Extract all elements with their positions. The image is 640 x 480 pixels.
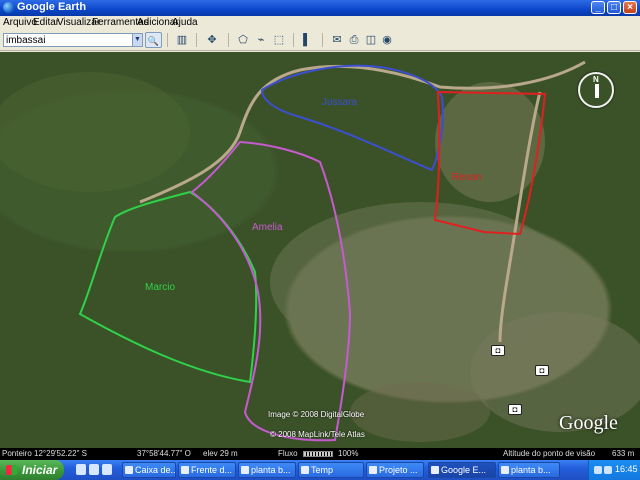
terrain-patch <box>0 72 190 192</box>
window-icon <box>125 466 133 474</box>
compass-north-letter: N <box>593 75 599 84</box>
tray-network-icon[interactable] <box>594 466 602 474</box>
add-path-button[interactable]: ⌁ <box>252 32 270 48</box>
map-icon: ◫ <box>365 34 377 46</box>
taskbar-item[interactable]: planta b... <box>238 462 296 478</box>
navigation-compass[interactable]: N <box>578 72 614 108</box>
toolbar: ▼ 🔍 ▥ ✥ ⬠ ⌁ ⬚ ▌ ✉ ⎙ ◫ ◉ <box>0 29 640 51</box>
search-history-dropdown[interactable]: ▼ <box>132 34 142 46</box>
quicklaunch-desktop-icon[interactable] <box>89 464 99 475</box>
taskbar-item[interactable]: Temp <box>298 462 364 478</box>
menu-editar[interactable]: Editar <box>33 17 59 28</box>
google-earth-icon <box>3 2 14 13</box>
email-button[interactable]: ✉ <box>328 32 346 48</box>
property-polygon-jussara[interactable] <box>260 64 444 172</box>
placemark-icon: ✥ <box>207 34 217 46</box>
photo-camera-icon[interactable]: ◘ <box>491 345 505 356</box>
window-icon <box>241 466 249 474</box>
terrain-patch <box>350 382 490 442</box>
ruler-button[interactable]: ▌ <box>298 32 316 48</box>
compass-needle-icon <box>595 84 599 98</box>
streaming-progress-bar <box>303 451 333 457</box>
window-icon <box>501 466 509 474</box>
taskbar-item[interactable]: Caixa de... <box>122 462 176 478</box>
taskbar-item-active[interactable]: Google E... <box>428 462 496 478</box>
print-button[interactable]: ⎙ <box>345 32 363 48</box>
eye-altitude-value: 633 m <box>612 449 635 458</box>
menu-ajuda[interactable]: Ajuda <box>172 17 198 28</box>
path-icon: ⌁ <box>257 34 265 46</box>
system-tray: 16:45 <box>588 460 640 480</box>
toolbar-separator <box>293 33 294 47</box>
window-icon <box>181 466 189 474</box>
quicklaunch-media-icon[interactable] <box>102 464 112 475</box>
polygon-label-renan: Renan <box>452 172 481 183</box>
ruler-icon: ▌ <box>303 34 311 46</box>
sidebar-icon: ▥ <box>176 34 188 46</box>
search-icon: 🔍 <box>147 36 160 46</box>
taskbar-item[interactable]: Frente d... <box>178 462 236 478</box>
title-bar: Google Earth _ □ × <box>0 0 640 16</box>
add-polygon-button[interactable]: ⬠ <box>234 32 252 48</box>
polygon-label-jussara: Jussara <box>322 97 357 108</box>
maximize-button[interactable]: □ <box>607 1 621 14</box>
photo-camera-icon[interactable]: ◘ <box>508 404 522 415</box>
imagery-copyright: Image © 2008 DigitalGlobe <box>268 410 365 419</box>
overlay-icon: ⬚ <box>273 34 285 46</box>
web-icon: ◉ <box>382 34 392 46</box>
map-viewport[interactable]: Jussara Renan Marcio Amelia N ◘ ◘ ◘ Imag… <box>0 52 640 448</box>
taskbar-item[interactable]: planta b... <box>498 462 560 478</box>
google-logo: Google <box>559 412 618 434</box>
task-label: planta b... <box>511 465 551 475</box>
add-overlay-button[interactable]: ⬚ <box>270 32 288 48</box>
web-button[interactable]: ◉ <box>378 32 396 48</box>
email-icon: ✉ <box>332 34 342 46</box>
toolbar-separator <box>322 33 323 47</box>
tray-volume-icon[interactable] <box>604 466 612 474</box>
minimize-button[interactable]: _ <box>591 1 605 14</box>
map-copyright: © 2008 MapLink/Tele Atlas <box>270 430 365 439</box>
polygon-label-amelia: Amelia <box>252 222 283 233</box>
task-label: Projeto ... <box>379 465 418 475</box>
search-input[interactable] <box>3 33 143 47</box>
task-label: planta b... <box>251 465 291 475</box>
taskbar-item[interactable]: Projeto ... <box>366 462 424 478</box>
google-earth-icon <box>431 466 439 474</box>
print-icon: ⎙ <box>349 34 359 46</box>
task-label: Caixa de... <box>135 465 176 475</box>
polygon-icon: ⬠ <box>238 34 248 46</box>
pointer-elevation: elev 29 m <box>203 449 238 458</box>
windows-logo-icon <box>6 465 17 475</box>
map-overlay: Jussara Renan Marcio Amelia <box>0 60 640 442</box>
toolbar-separator <box>167 33 168 47</box>
streaming-label: Fluxo <box>278 449 298 458</box>
window-title: Google Earth <box>17 1 87 13</box>
window-icon <box>369 466 377 474</box>
pointer-latitude: Ponteiro 12°29'52.22" S <box>2 449 87 458</box>
menu-bar: Arquivo Editar Visualizar Ferramentas Ad… <box>0 16 640 29</box>
add-placemark-button[interactable]: ✥ <box>203 32 221 48</box>
clock: 16:45 <box>615 464 638 474</box>
pointer-longitude: 37°58'44.77" O <box>137 449 191 458</box>
toolbar-separator <box>228 33 229 47</box>
task-label: Temp <box>311 465 334 475</box>
task-label: Google E... <box>441 465 487 475</box>
menu-arquivo[interactable]: Arquivo <box>3 17 37 28</box>
polygon-label-marcio: Marcio <box>145 282 175 293</box>
streaming-percent: 100% <box>338 449 359 458</box>
sidebar-toggle-button[interactable]: ▥ <box>173 32 191 48</box>
folder-icon <box>301 466 309 474</box>
status-bar: Ponteiro 12°29'52.22" S 37°58'44.77" O e… <box>0 448 640 460</box>
close-button[interactable]: × <box>623 1 637 14</box>
quicklaunch-ie-icon[interactable] <box>76 464 86 475</box>
start-label: Iniciar <box>22 463 58 477</box>
task-label: Frente d... <box>191 465 233 475</box>
taskbar: Iniciar Caixa de... Frente d... planta b… <box>0 460 640 480</box>
search-button[interactable]: 🔍 <box>145 32 162 48</box>
start-button[interactable]: Iniciar <box>0 460 64 480</box>
eye-altitude-label: Altitude do ponto de visão <box>503 449 596 458</box>
photo-camera-icon[interactable]: ◘ <box>535 365 549 376</box>
toolbar-separator <box>196 33 197 47</box>
